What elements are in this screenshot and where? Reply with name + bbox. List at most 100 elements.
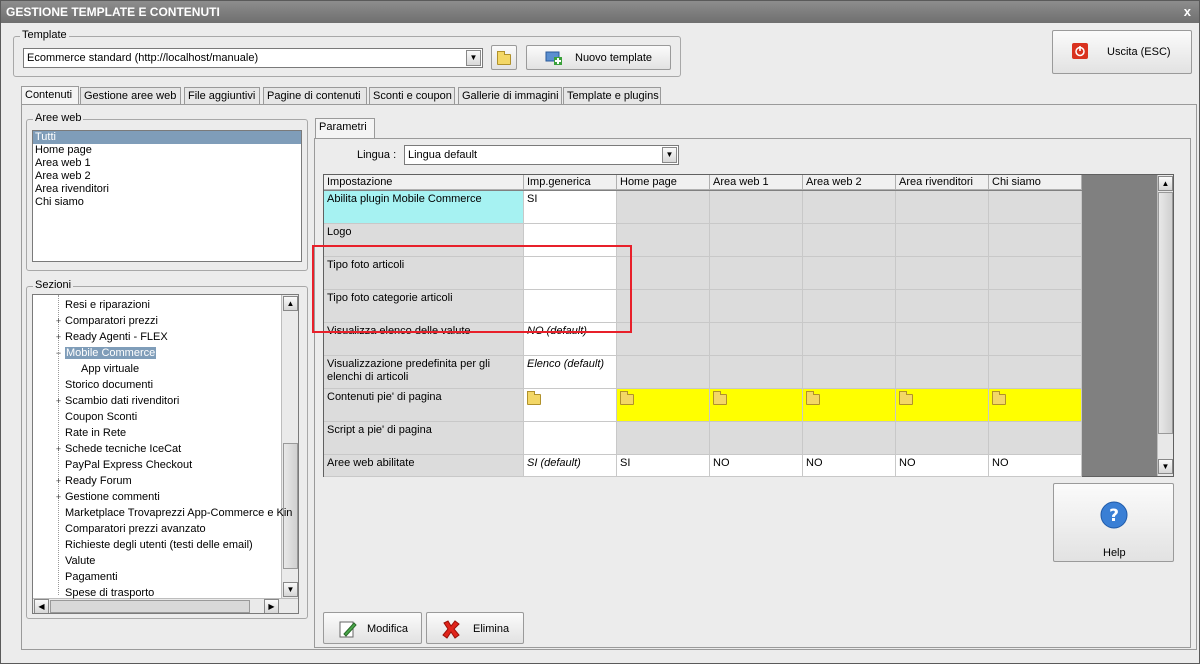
expand-icon[interactable]: + xyxy=(54,317,63,326)
setting-value-cell[interactable]: NO xyxy=(989,455,1082,477)
setting-value-cell[interactable] xyxy=(989,224,1082,257)
tree-item[interactable]: App virtuale xyxy=(81,361,139,377)
tree-item[interactable]: Gestione commenti xyxy=(65,489,160,505)
setting-value-cell[interactable] xyxy=(710,422,803,455)
setting-value-cell[interactable] xyxy=(617,290,710,323)
tree-item[interactable]: Scambio dati rivenditori xyxy=(65,393,179,409)
tree-item[interactable]: Ready Agenti - FLEX xyxy=(65,329,168,345)
tab-file-aggiuntivi[interactable]: File aggiuntivi xyxy=(184,87,260,105)
setting-value-cell[interactable]: Elenco (default) xyxy=(524,356,617,389)
setting-value-cell[interactable] xyxy=(524,290,617,323)
tab-gallerie-di-immagini[interactable]: Gallerie di immagini xyxy=(458,87,562,105)
expand-icon[interactable]: + xyxy=(54,397,63,406)
setting-value-cell[interactable] xyxy=(524,224,617,257)
sezioni-scrollbar[interactable]: ▲ ▼ xyxy=(281,295,298,598)
setting-value-cell[interactable] xyxy=(710,191,803,224)
tree-item[interactable]: Mobile Commerce xyxy=(65,345,157,361)
scroll-thumb[interactable] xyxy=(1158,192,1173,434)
setting-value-cell[interactable]: NO xyxy=(710,455,803,477)
lingua-select[interactable]: Lingua default ▼ xyxy=(404,145,679,165)
setting-value-cell[interactable] xyxy=(989,191,1082,224)
setting-value-cell[interactable] xyxy=(710,290,803,323)
folder-icon[interactable] xyxy=(713,391,727,405)
setting-value-cell[interactable] xyxy=(989,356,1082,389)
setting-name-cell[interactable]: Logo xyxy=(324,224,524,257)
setting-value-cell[interactable] xyxy=(803,290,896,323)
folder-icon[interactable] xyxy=(527,391,541,405)
scroll-up-icon[interactable]: ▲ xyxy=(1158,176,1173,191)
tree-item[interactable]: Coupon Sconti xyxy=(65,409,137,425)
setting-name-cell[interactable]: Tipo foto articoli xyxy=(324,257,524,290)
setting-value-cell[interactable] xyxy=(803,224,896,257)
expand-icon[interactable]: + xyxy=(54,477,63,486)
tree-item[interactable]: Schede tecniche IceCat xyxy=(65,441,181,457)
folder-icon[interactable] xyxy=(992,391,1006,405)
help-button[interactable]: ? Help xyxy=(1053,483,1174,562)
tree-item[interactable]: Marketplace Trovaprezzi App-Commerce e K… xyxy=(65,505,292,521)
setting-value-cell[interactable] xyxy=(896,257,989,290)
setting-name-cell[interactable]: Abilita plugin Mobile Commerce xyxy=(324,191,524,224)
folder-icon[interactable] xyxy=(899,391,913,405)
setting-value-cell[interactable] xyxy=(617,323,710,356)
tree-item[interactable]: PayPal Express Checkout xyxy=(65,457,192,473)
aree-web-item[interactable]: Tutti xyxy=(33,131,301,144)
tab-gestione-aree-web[interactable]: Gestione aree web xyxy=(80,87,181,105)
setting-value-cell[interactable] xyxy=(989,257,1082,290)
aree-web-list[interactable]: Tutti Home page Area web 1 Area web 2 Area r… xyxy=(32,130,302,262)
setting-value-cell[interactable] xyxy=(989,422,1082,455)
setting-name-cell[interactable]: Visualizza elenco delle valute xyxy=(324,323,524,356)
setting-value-cell[interactable] xyxy=(896,290,989,323)
setting-value-cell[interactable] xyxy=(896,389,989,422)
aree-web-item[interactable]: Area web 2 xyxy=(33,170,301,183)
modifica-button[interactable]: Modifica xyxy=(323,612,422,644)
setting-value-cell[interactable] xyxy=(803,191,896,224)
setting-value-cell[interactable]: NO (default) xyxy=(524,323,617,356)
setting-value-cell[interactable] xyxy=(896,323,989,356)
setting-value-cell[interactable]: SI xyxy=(617,455,710,477)
setting-value-cell[interactable] xyxy=(710,224,803,257)
scroll-up-icon[interactable]: ▲ xyxy=(283,296,298,311)
tree-item[interactable]: Comparatori prezzi xyxy=(65,313,158,329)
setting-name-cell[interactable]: Aree web abilitate xyxy=(324,455,524,477)
hscroll-thumb[interactable] xyxy=(50,600,250,613)
expand-icon[interactable]: + xyxy=(54,493,63,502)
chevron-down-icon[interactable]: ▼ xyxy=(662,147,677,163)
setting-name-cell[interactable]: Tipo foto categorie articoli xyxy=(324,290,524,323)
setting-value-cell[interactable] xyxy=(803,323,896,356)
tree-item[interactable]: Richieste degli utenti (testi delle emai… xyxy=(65,537,253,553)
tree-item[interactable]: Resi e riparazioni xyxy=(65,297,150,313)
setting-value-cell[interactable]: NO xyxy=(896,455,989,477)
setting-value-cell[interactable] xyxy=(803,389,896,422)
open-folder-button[interactable] xyxy=(491,45,517,70)
setting-value-cell[interactable] xyxy=(896,422,989,455)
tree-item[interactable]: Spese di trasporto xyxy=(65,585,154,601)
folder-icon[interactable] xyxy=(620,391,634,405)
setting-value-cell[interactable] xyxy=(710,356,803,389)
setting-value-cell[interactable] xyxy=(803,356,896,389)
setting-value-cell[interactable] xyxy=(617,356,710,389)
tree-item[interactable]: Ready Forum xyxy=(65,473,132,489)
setting-value-cell[interactable] xyxy=(710,257,803,290)
grid-scrollbar[interactable]: ▲ ▼ xyxy=(1157,175,1173,476)
chevron-down-icon[interactable]: ▼ xyxy=(466,50,481,66)
folder-icon[interactable] xyxy=(806,391,820,405)
setting-value-cell[interactable] xyxy=(617,422,710,455)
setting-value-cell[interactable] xyxy=(803,422,896,455)
setting-value-cell[interactable] xyxy=(803,257,896,290)
aree-web-item[interactable]: Home page xyxy=(33,144,301,157)
setting-value-cell[interactable] xyxy=(617,224,710,257)
elimina-button[interactable]: Elimina xyxy=(426,612,524,644)
scroll-right-icon[interactable]: ▶ xyxy=(264,599,279,613)
expand-icon[interactable]: + xyxy=(54,333,63,342)
scroll-down-icon[interactable]: ▼ xyxy=(1158,459,1173,474)
setting-name-cell[interactable]: Contenuti pie' di pagina xyxy=(324,389,524,422)
tab-pagine-di-contenuti[interactable]: Pagine di contenuti xyxy=(263,87,367,105)
setting-value-cell[interactable] xyxy=(989,389,1082,422)
setting-value-cell[interactable] xyxy=(710,323,803,356)
template-select[interactable]: Ecommerce standard (http://localhost/man… xyxy=(23,48,483,68)
setting-value-cell[interactable] xyxy=(896,356,989,389)
setting-name-cell[interactable]: Script a pie' di pagina xyxy=(324,422,524,455)
setting-value-cell[interactable] xyxy=(989,323,1082,356)
scroll-down-icon[interactable]: ▼ xyxy=(283,582,298,597)
setting-value-cell[interactable] xyxy=(896,191,989,224)
